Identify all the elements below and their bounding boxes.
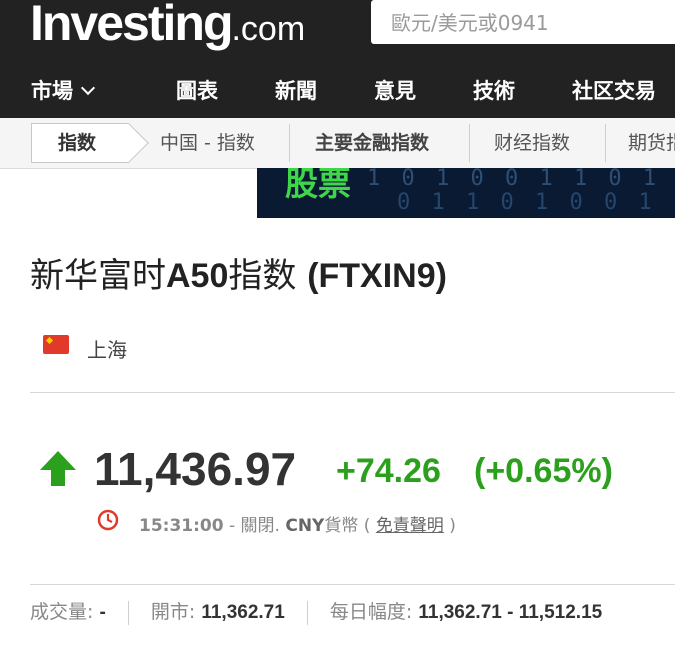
logo-suffix: .com: [231, 10, 306, 48]
title-symbol: (FTXIN9): [307, 257, 447, 295]
day-range-label: 每日幅度:: [329, 601, 413, 623]
subnav-item-china-indices[interactable]: 中国 - 指数: [160, 124, 255, 162]
title-name-suffix: 指数: [228, 256, 297, 296]
nav-item-opinion[interactable]: 意見: [374, 62, 416, 118]
volume-value: -: [99, 602, 106, 623]
title-name-prefix: 新华富时: [30, 256, 166, 296]
banner-text: 股票: [285, 168, 351, 203]
market-status: - 關閉.: [228, 516, 280, 536]
subnav-divider: [605, 124, 606, 162]
top-header: Investing.com: [0, 0, 675, 62]
last-price: 11,436.97: [94, 443, 297, 495]
price-change: +74.26: [336, 452, 441, 490]
quote-status-line: 15:31:00 - 關閉. CNY貨幣 ( 免責聲明 ): [139, 511, 456, 536]
close-paren: ): [449, 516, 456, 536]
search-input[interactable]: [389, 6, 675, 40]
subnav-divider: [469, 124, 470, 162]
stats-divider: [306, 600, 308, 625]
ad-banner[interactable]: 1 0 1 0 0 1 1 0 1 0 1 0 1 1 0 1 0 0 1 1 …: [257, 168, 675, 218]
banner-binary-pattern: 1 0 1 0 0 1 1 0 1 0 1: [367, 168, 675, 191]
divider: [30, 392, 675, 393]
instrument-title: 新华富时A50指数 (FTXIN9): [30, 248, 447, 297]
nav-item-markets[interactable]: 市場: [31, 62, 96, 118]
day-range-value: 11,362.71 - 11,512.15: [418, 602, 603, 623]
open-paren: (: [363, 516, 371, 536]
disclaimer-link[interactable]: 免責聲明: [376, 516, 444, 536]
divider: [30, 584, 675, 585]
quote-time: 15:31:00: [139, 516, 224, 536]
china-flag-icon: [43, 335, 69, 354]
chevron-down-icon: [80, 80, 96, 96]
clock-icon: [97, 509, 119, 531]
up-arrow-icon: [40, 451, 76, 486]
currency-code: CNY: [285, 516, 325, 536]
title-a50: A50: [166, 257, 229, 295]
nav-item-community-trading[interactable]: 社区交易: [572, 62, 656, 118]
nav-item-label: 市場: [31, 79, 73, 103]
subnav-divider: [289, 124, 290, 162]
logo-main: Investing: [30, 0, 233, 51]
open-value: 11,362.71: [201, 602, 285, 623]
nav-item-news[interactable]: 新聞: [275, 62, 317, 118]
stats-divider: [127, 600, 129, 625]
volume-label: 成交量:: [30, 601, 94, 623]
subnav-item-indices[interactable]: 指数: [58, 124, 96, 162]
investing-logo[interactable]: Investing.com: [30, 0, 305, 60]
nav-item-technical[interactable]: 技術: [473, 62, 515, 118]
search-box[interactable]: [371, 0, 675, 44]
open-label: 開市:: [150, 601, 196, 623]
sub-nav: 指数 中国 - 指数 主要金融指数 财经指数 期货指: [0, 118, 675, 169]
banner-binary-pattern: 0 1 1 0 1 0 0 1 1 0: [397, 190, 675, 215]
main-nav: 市場 圖表 新聞 意見 技術 社区交易: [0, 62, 675, 118]
nav-item-charts[interactable]: 圖表: [176, 62, 218, 118]
subnav-item-futures-indices[interactable]: 期货指: [628, 124, 675, 162]
quote-stats-row: 成交量: - 開市: 11,362.71 每日幅度: 11,362.71 - 1…: [30, 597, 602, 627]
exchange-location: 上海: [87, 338, 127, 362]
price-change-percent: (+0.65%): [474, 452, 613, 490]
currency-label: 貨幣: [324, 516, 359, 536]
subnav-item-financial-indices[interactable]: 财经指数: [494, 124, 570, 162]
subnav-item-major-indices[interactable]: 主要金融指数: [315, 124, 429, 162]
